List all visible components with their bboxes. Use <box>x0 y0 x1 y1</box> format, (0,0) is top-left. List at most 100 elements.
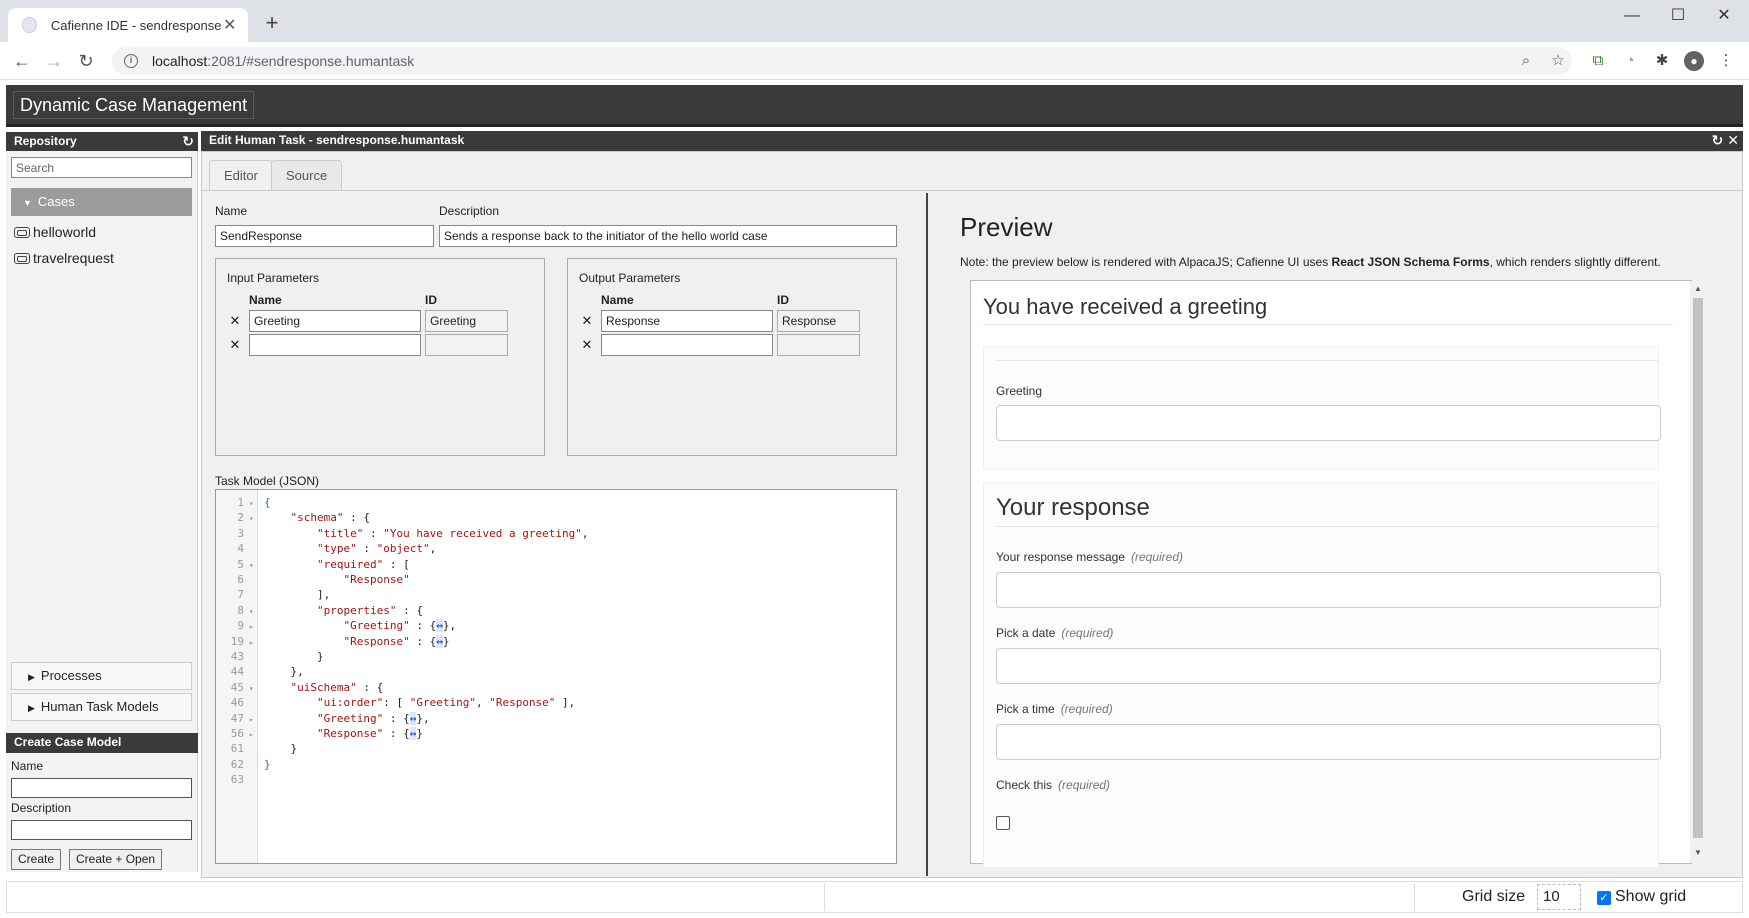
maximize-icon[interactable]: ☐ <box>1658 4 1698 28</box>
extension-puzzle-green-icon[interactable]: ⧉ <box>1588 51 1608 71</box>
repository-header: Repository ↻ <box>6 132 198 151</box>
show-grid-checkbox[interactable]: ✓ <box>1597 891 1611 905</box>
output-parameters-box <box>567 258 897 456</box>
close-icon[interactable]: ✕ <box>1727 132 1739 148</box>
case-model-icon <box>14 252 30 264</box>
output-param-id <box>777 334 860 356</box>
input-col-id: ID <box>425 293 437 307</box>
url-text: localhost:2081/#sendresponse.humantask <box>152 53 415 69</box>
ccm-name-input[interactable] <box>11 778 192 798</box>
editor-title: Edit Human Task - sendresponse.humantask <box>209 133 465 147</box>
input-parameters-title: Input Parameters <box>227 271 320 285</box>
response-section-rule <box>996 526 1658 527</box>
accordion-human-task-models-label: Human Task Models <box>40 699 159 714</box>
browser-menu-icon[interactable]: ⋮ <box>1716 51 1736 71</box>
browser-tabstrip: Cafienne IDE - sendresponse ✕ + — ☐ ✕ <box>0 0 1749 42</box>
refresh-icon[interactable]: ↻ <box>1712 132 1724 148</box>
close-window-icon[interactable]: ✕ <box>1704 4 1744 28</box>
input-param-name[interactable] <box>249 334 421 356</box>
ccm-name-label: Name <box>11 759 44 773</box>
response-message-label: Your response message (required) <box>996 550 1184 564</box>
grid-size-input[interactable]: 10 <box>1537 884 1581 910</box>
create-button[interactable]: Create <box>11 849 62 870</box>
case-item-travelrequest[interactable]: travelrequest <box>14 250 114 266</box>
browser-tab[interactable]: Cafienne IDE - sendresponse ✕ <box>8 8 248 42</box>
pick-time-input[interactable] <box>996 724 1661 760</box>
tab-editor[interactable]: Editor <box>209 160 273 190</box>
greeting-rule <box>996 360 1658 361</box>
bookmark-star-icon[interactable]: ☆ <box>1546 47 1570 75</box>
repository-search-input[interactable] <box>11 157 192 178</box>
extension-circle-icon[interactable]: ◔ <box>1620 51 1640 71</box>
show-grid-label: Show grid <box>1615 888 1687 905</box>
name-label: Name <box>215 204 248 218</box>
app-title[interactable]: Dynamic Case Management <box>13 91 255 119</box>
refresh-icon[interactable]: ↻ <box>182 132 194 151</box>
accordion-processes[interactable]: ▶ Processes <box>11 662 192 690</box>
forward-icon[interactable]: → <box>42 50 66 72</box>
scroll-down-icon[interactable]: ▼ <box>1690 848 1706 857</box>
description-label: Description <box>439 204 500 218</box>
editor-header-icons: ↻ ✕ <box>1712 131 1739 150</box>
form-title: You have received a greeting <box>983 294 1268 319</box>
favicon-icon <box>22 17 37 33</box>
editor-header: Edit Human Task - sendresponse.humantask… <box>201 131 1743 151</box>
extensions-icon[interactable]: ✱ <box>1652 51 1672 71</box>
info-icon[interactable]: i <box>124 54 138 68</box>
accordion-cases[interactable]: ▼ Cases <box>11 188 192 216</box>
output-param-name[interactable] <box>601 334 773 356</box>
close-tab-icon[interactable]: ✕ <box>221 15 238 35</box>
zoom-icon[interactable]: ⌕ <box>1514 47 1538 75</box>
scroll-thumb[interactable] <box>1693 298 1703 838</box>
greeting-field-input[interactable] <box>996 405 1661 441</box>
input-col-name: Name <box>249 293 282 307</box>
output-parameters-title: Output Parameters <box>579 271 681 285</box>
case-model-icon <box>14 226 30 238</box>
reload-icon[interactable]: ↻ <box>74 50 98 72</box>
repository-title: Repository <box>14 134 77 148</box>
response-section-title: Your response <box>996 494 1150 521</box>
delete-output-param-icon[interactable]: ✕ <box>580 313 594 329</box>
status-divider <box>1414 883 1415 911</box>
pick-time-label: Pick a time (required) <box>996 702 1113 716</box>
response-message-input[interactable] <box>996 572 1661 608</box>
back-icon[interactable]: ← <box>10 50 34 72</box>
minimize-icon[interactable]: — <box>1612 4 1652 28</box>
case-item-helloworld[interactable]: helloworld <box>14 224 96 240</box>
accordion-cases-label: Cases <box>37 194 75 209</box>
description-input[interactable]: Sends a response back to the initiator o… <box>439 225 897 247</box>
check-this-checkbox[interactable] <box>996 816 1010 830</box>
browser-toolbar: ← → ↻ i localhost:2081/#sendresponse.hum… <box>0 42 1749 80</box>
new-tab-icon[interactable]: + <box>260 10 284 36</box>
accordion-human-task-models[interactable]: ▶ Human Task Models <box>11 693 192 721</box>
input-param-name[interactable]: Greeting <box>249 310 421 332</box>
input-param-id: Greeting <box>425 310 508 332</box>
ccm-description-label: Description <box>11 801 72 815</box>
greeting-field-label: Greeting <box>996 384 1043 398</box>
form-title-rule <box>983 324 1673 325</box>
case-item-label: travelrequest <box>33 250 114 266</box>
panel-splitter[interactable] <box>926 193 928 876</box>
check-this-label: Check this (required) <box>996 778 1111 792</box>
case-item-label: helloworld <box>33 224 97 240</box>
task-model-label: Task Model (JSON) <box>215 474 320 488</box>
scroll-up-icon[interactable]: ▲ <box>1690 284 1706 293</box>
pick-date-input[interactable] <box>996 648 1661 684</box>
output-param-id: Response <box>777 310 860 332</box>
name-input[interactable]: SendResponse <box>215 225 434 247</box>
preview-scrollbar[interactable]: ▲ ▼ <box>1690 282 1706 862</box>
delete-output-param-icon[interactable]: ✕ <box>580 337 594 353</box>
browser-tab-title: Cafienne IDE - sendresponse <box>50 17 222 33</box>
profile-avatar-icon[interactable]: ● <box>1684 51 1704 71</box>
output-col-name: Name <box>601 293 634 307</box>
create-open-button[interactable]: Create + Open <box>69 849 163 870</box>
ccm-description-input[interactable] <box>11 820 192 840</box>
tab-source[interactable]: Source <box>271 160 343 190</box>
task-model-code-editor[interactable]: 1 ▾{2 ▾ "schema" : {3 "title" : "You hav… <box>215 489 897 864</box>
delete-input-param-icon[interactable]: ✕ <box>228 313 242 329</box>
delete-input-param-icon[interactable]: ✕ <box>228 337 242 353</box>
address-bar[interactable]: i localhost:2081/#sendresponse.humantask <box>112 47 1572 75</box>
output-param-name[interactable]: Response <box>601 310 773 332</box>
caret-right-icon: ▶ <box>28 703 35 713</box>
caret-right-icon: ▶ <box>28 672 35 682</box>
